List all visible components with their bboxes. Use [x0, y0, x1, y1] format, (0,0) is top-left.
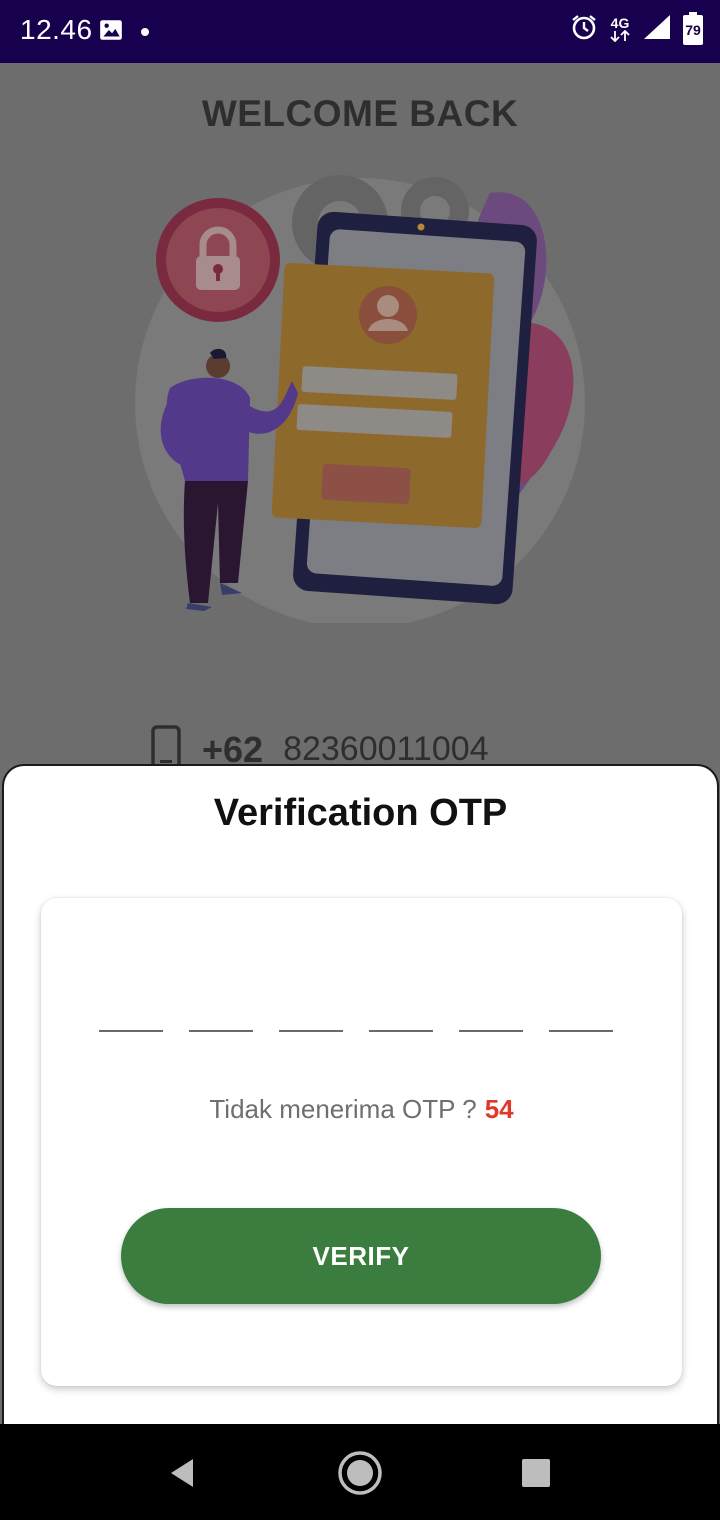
otp-bottom-sheet: Verification OTP Tidak menerima OTP ? 54 …: [2, 764, 719, 1424]
otp-input-row: [99, 1026, 613, 1032]
otp-digit-input[interactable]: [279, 1026, 343, 1032]
resend-text[interactable]: Tidak menerima OTP ?: [209, 1094, 476, 1124]
screen: 12.46 4G 79 WELCOME BACK +62 82360011004…: [0, 0, 720, 1520]
network-arrows-icon: 4G: [608, 16, 632, 42]
otp-card: Tidak menerima OTP ? 54 VERIFY: [41, 898, 682, 1386]
signal-icon: [642, 13, 672, 46]
otp-digit-input[interactable]: [189, 1026, 253, 1032]
login-illustration: [130, 163, 600, 628]
status-notification-icons: [98, 17, 150, 48]
status-time: 12.46: [20, 14, 93, 45]
otp-digit-input[interactable]: [99, 1026, 163, 1032]
battery-level: 79: [685, 22, 701, 38]
status-system-icons: 4G 79: [570, 12, 704, 46]
otp-digit-input[interactable]: [459, 1026, 523, 1032]
battery-icon: 79: [682, 12, 704, 46]
dot-icon: [140, 24, 150, 42]
verify-button[interactable]: VERIFY: [121, 1208, 601, 1304]
sheet-title: Verification OTP: [213, 792, 508, 834]
navigation-bar: [0, 1424, 720, 1520]
welcome-title: WELCOME BACK: [201, 93, 519, 134]
home-icon[interactable]: [335, 1448, 385, 1498]
network-type: 4G: [610, 15, 630, 31]
background-screen: WELCOME BACK +62 82360011004: [0, 63, 720, 770]
otp-digit-input[interactable]: [549, 1026, 613, 1032]
status-bar: 12.46 4G 79: [0, 0, 720, 63]
image-icon: [98, 17, 124, 48]
resend-row: Tidak menerima OTP ? 54: [41, 1094, 682, 1125]
countdown-timer: 54: [484, 1094, 514, 1124]
otp-digit-input[interactable]: [369, 1026, 433, 1032]
recents-icon[interactable]: [511, 1448, 561, 1498]
alarm-icon: [570, 13, 598, 46]
back-icon[interactable]: [157, 1448, 207, 1498]
